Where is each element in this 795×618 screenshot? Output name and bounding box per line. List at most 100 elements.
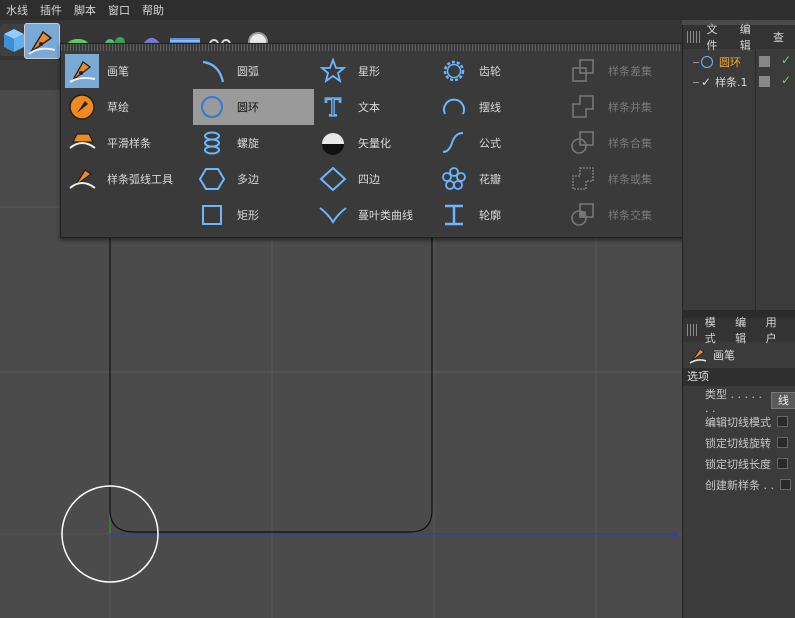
cycloid-icon: [437, 90, 471, 124]
panel-grip[interactable]: [687, 31, 701, 43]
objects-panel: 文件 编辑 查 圆环 ✓ ✓ 样条.1 ✓: [682, 23, 795, 310]
popup-item-flower[interactable]: 花瓣: [435, 161, 556, 197]
spline-icon: ✓: [701, 75, 712, 89]
objects-panel-header: 文件 编辑 查: [683, 23, 795, 52]
attributes-panel-header: 模式 编辑 用户: [683, 316, 795, 345]
circle-icon: [195, 90, 229, 124]
popup-item-cycloid[interactable]: 摆线: [435, 89, 556, 125]
popup-column-1: 画笔 草绘 平滑样条 样条弧线工具: [63, 53, 184, 197]
sketch-icon: [65, 90, 99, 124]
option-edit-tangent-mode: 编辑切线模式: [683, 411, 795, 432]
option-lock-tangent-length: 锁定切线长度: [683, 453, 795, 474]
visibility-icon[interactable]: [759, 56, 770, 67]
menu-item-window[interactable]: 窗口: [102, 2, 136, 18]
check-icon[interactable]: ✓: [781, 73, 791, 87]
svg-text:T: T: [325, 94, 341, 122]
popup-column-4: 齿轮 摆线 公式 花瓣 轮廓: [435, 53, 556, 233]
formula-icon: [437, 126, 471, 160]
panel-grip[interactable]: [687, 324, 699, 336]
pen-tool-button[interactable]: [24, 23, 60, 59]
pen-icon: [689, 348, 707, 364]
popup-item-spline-arc-tool[interactable]: 样条弧线工具: [63, 161, 184, 197]
popup-item-arc[interactable]: 圆弧: [193, 53, 314, 89]
spline-and-icon: [566, 126, 600, 160]
create-new-spline-checkbox[interactable]: [780, 479, 791, 490]
popup-column-5: 样条差集 样条并集 样条合集 样条或集 样条交集: [564, 53, 685, 233]
tab-file[interactable]: 文件: [707, 21, 728, 53]
popup-item-cissoid[interactable]: 蔓叶类曲线: [314, 197, 435, 233]
popup-item-text[interactable]: T 文本: [314, 89, 435, 125]
flower-icon: [437, 162, 471, 196]
check-icon[interactable]: ✓: [781, 53, 791, 67]
text-icon: T: [316, 90, 350, 124]
star-icon: [316, 54, 350, 88]
popup-item-spline-intersect[interactable]: 样条交集: [564, 197, 685, 233]
object-name: 样条.1: [715, 76, 748, 89]
profile-icon: [437, 198, 471, 232]
type-label: 类型 . . . . . . .: [705, 388, 762, 415]
tab-mode[interactable]: 模式: [705, 314, 723, 346]
spline-subtract-icon: [566, 54, 600, 88]
popup-item-circle[interactable]: 圆环: [193, 89, 314, 125]
type-row: 类型 . . . . . . . 线: [683, 388, 795, 415]
rectangle-icon: [195, 198, 229, 232]
polygon-icon: [195, 162, 229, 196]
popup-item-rectangle[interactable]: 矩形: [193, 197, 314, 233]
tab-user[interactable]: 用户: [766, 314, 784, 346]
menu-item-plugins[interactable]: 插件: [34, 2, 68, 18]
menu-bar: 水线 插件 脚本 窗口 帮助: [0, 0, 795, 20]
popup-item-pen[interactable]: 画笔: [63, 53, 184, 89]
popup-column-2: 圆弧 圆环 螺旋 多边 矩形: [193, 53, 314, 233]
object-name: 圆环: [719, 56, 741, 69]
popup-item-polygon[interactable]: 多边: [193, 161, 314, 197]
menu-item-help[interactable]: 帮助: [136, 2, 170, 18]
popup-item-helix[interactable]: 螺旋: [193, 125, 314, 161]
tab-edit[interactable]: 编辑: [740, 21, 761, 53]
type-dropdown[interactable]: 线: [771, 392, 795, 409]
spline-intersect-icon: [566, 198, 600, 232]
popup-item-spline-or[interactable]: 样条或集: [564, 161, 685, 197]
popup-item-cog[interactable]: 齿轮: [435, 53, 556, 89]
circle-icon: [701, 56, 713, 68]
object-row-spline[interactable]: ✓ 样条.1 ✓: [683, 72, 795, 92]
popup-item-four-side[interactable]: 四边: [314, 161, 435, 197]
lock-tangent-length-checkbox[interactable]: [777, 458, 788, 469]
spline-palette-popup: 画笔 草绘 平滑样条 样条弧线工具 圆弧 圆环 螺旋 多边 矩形 星形 T 文本…: [60, 43, 688, 238]
edit-tangent-mode-checkbox[interactable]: [777, 416, 788, 427]
pen-icon: [65, 54, 99, 88]
spline-curve: [109, 230, 433, 533]
attributes-panel: 模式 编辑 用户 画笔 选项 类型 . . . . . . . 线 编辑切线模式…: [682, 316, 795, 618]
pen-icon: [28, 30, 56, 55]
popup-item-spline-and[interactable]: 样条合集: [564, 125, 685, 161]
smooth-spline-icon: [65, 126, 99, 160]
spline-union-icon: [566, 90, 600, 124]
spline-or-icon: [566, 162, 600, 196]
popup-item-smooth-spline[interactable]: 平滑样条: [63, 125, 184, 161]
helix-icon: [195, 126, 229, 160]
arc-icon: [195, 54, 229, 88]
option-create-new-spline: 创建新样条 . .: [683, 474, 795, 495]
popup-item-vectorizer[interactable]: 矢量化: [314, 125, 435, 161]
popup-item-formula[interactable]: 公式: [435, 125, 556, 161]
popup-column-3: 星形 T 文本 矢量化 四边 蔓叶类曲线: [314, 53, 435, 233]
option-lock-tangent-rotation: 锁定切线旋转: [683, 432, 795, 453]
popup-grip[interactable]: [61, 44, 687, 51]
lock-tangent-rotation-checkbox[interactable]: [777, 437, 788, 448]
four-side-icon: [316, 162, 350, 196]
menu-item-script[interactable]: 脚本: [68, 2, 102, 18]
section-header: 选项: [683, 368, 795, 386]
vectorizer-icon: [316, 126, 350, 160]
cog-icon: [437, 54, 471, 88]
popup-item-sketch[interactable]: 草绘: [63, 89, 184, 125]
popup-item-spline-union[interactable]: 样条并集: [564, 89, 685, 125]
spline-arc-tool-icon: [65, 162, 99, 196]
tab-view[interactable]: 查: [773, 29, 784, 45]
object-row-circle[interactable]: 圆环 ✓: [683, 52, 795, 72]
menu-item-spline[interactable]: 水线: [0, 2, 34, 18]
popup-item-profile[interactable]: 轮廓: [435, 197, 556, 233]
visibility-icon[interactable]: [759, 76, 770, 87]
popup-item-star[interactable]: 星形: [314, 53, 435, 89]
tab-edit[interactable]: 编辑: [735, 314, 753, 346]
cissoid-icon: [316, 198, 350, 232]
popup-item-spline-subtract[interactable]: 样条差集: [564, 53, 685, 89]
